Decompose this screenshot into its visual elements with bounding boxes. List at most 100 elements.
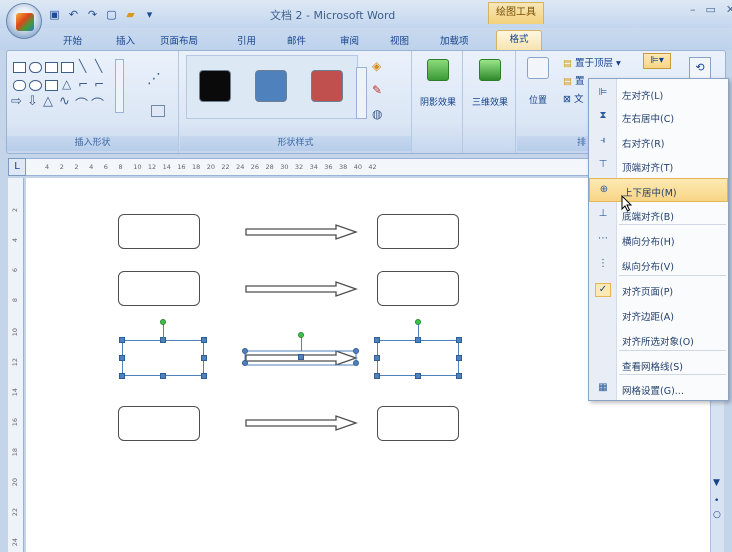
- save-icon[interactable]: ▣: [46, 6, 63, 23]
- menu-item-7[interactable]: ⋯ 横向分布(H): [589, 228, 728, 252]
- rotation-handle[interactable]: [160, 319, 166, 325]
- menu-item-1[interactable]: ⊫ 左对齐(L): [589, 82, 728, 106]
- rotation-handle[interactable]: [298, 332, 304, 338]
- tab-view[interactable]: 视图: [390, 33, 409, 47]
- square-shape-icon[interactable]: [45, 80, 58, 91]
- resize-handle[interactable]: [353, 348, 359, 354]
- elbow-shape-icon[interactable]: ⌐: [94, 77, 104, 91]
- resize-handle[interactable]: [353, 360, 359, 366]
- menu-item-3[interactable]: ⫣ 右对齐(R): [589, 130, 728, 154]
- browse-object-icon[interactable]: ○: [713, 510, 721, 520]
- menu-item-13[interactable]: ▦ 网格设置(G)...: [589, 377, 728, 401]
- resize-handle[interactable]: [201, 373, 207, 379]
- shadow-effects-button[interactable]: 阴影效果: [415, 59, 461, 108]
- resize-handle[interactable]: [119, 337, 125, 343]
- menu-item-8[interactable]: ⋮ 纵向分布(V): [589, 253, 728, 277]
- resize-handle[interactable]: [201, 337, 207, 343]
- tab-insert[interactable]: 插入: [116, 33, 135, 47]
- triangle-shape-icon[interactable]: △: [62, 77, 71, 91]
- resize-handle[interactable]: [374, 373, 380, 379]
- vertical-ruler[interactable]: 2 4 6 8 10 12 14 16 18 20 22 24: [8, 178, 24, 552]
- resize-handle[interactable]: [374, 337, 380, 343]
- resize-handle[interactable]: [119, 355, 125, 361]
- flowchart-box[interactable]: [377, 214, 459, 249]
- rotate-button[interactable]: ⟲: [689, 57, 711, 79]
- scroll-down-icon[interactable]: ▼: [713, 478, 720, 488]
- tab-addins[interactable]: 加载项: [440, 33, 469, 47]
- resize-handle[interactable]: [456, 337, 462, 343]
- resize-handle[interactable]: [374, 355, 380, 361]
- previous-page-icon[interactable]: •: [714, 496, 719, 506]
- style-swatch-black[interactable]: [199, 70, 231, 102]
- resize-handle[interactable]: [242, 360, 248, 366]
- send-to-back-button[interactable]: ▤ 置: [563, 73, 585, 87]
- edit-points-icon[interactable]: ⋰: [147, 71, 161, 87]
- arrow-shape[interactable]: [244, 415, 358, 431]
- right-arrow-shape-icon[interactable]: ⇨: [11, 94, 22, 109]
- tab-mailings[interactable]: 邮件: [287, 33, 306, 47]
- outline-color-icon[interactable]: ✎: [372, 83, 382, 97]
- flowchart-box[interactable]: [118, 406, 200, 441]
- align-dropdown-button[interactable]: ⊫▾: [643, 53, 671, 69]
- change-shape-icon[interactable]: ◍: [372, 107, 382, 121]
- open-folder-icon[interactable]: ▰: [122, 6, 139, 23]
- scribble-shape-icon[interactable]: ⌒: [91, 94, 104, 113]
- menu-item-11[interactable]: 对齐所选对象(O): [589, 328, 728, 352]
- fill-color-icon[interactable]: ◈: [372, 59, 381, 73]
- resize-handle[interactable]: [119, 373, 125, 379]
- resize-handle[interactable]: [201, 355, 207, 361]
- new-doc-icon[interactable]: ▢: [103, 6, 120, 23]
- rect-shape-icon[interactable]: [13, 80, 26, 91]
- tab-review[interactable]: 审阅: [340, 33, 359, 47]
- tab-references[interactable]: 引用: [237, 33, 256, 47]
- shape-misc-icon[interactable]: △: [43, 94, 53, 109]
- resize-handle[interactable]: [415, 373, 421, 379]
- menu-item-2[interactable]: ⧗ 左右居中(C): [589, 105, 728, 129]
- arrow-shape[interactable]: [244, 281, 358, 297]
- rotation-handle[interactable]: [415, 319, 421, 325]
- connector-shape-icon[interactable]: ⌐: [78, 77, 88, 91]
- resize-handle[interactable]: [456, 373, 462, 379]
- flowchart-box[interactable]: [377, 406, 459, 441]
- menu-item-9[interactable]: ✓ 对齐页面(P): [589, 278, 728, 302]
- oval-shape-icon[interactable]: [29, 80, 42, 91]
- shapes-gallery-scroll[interactable]: [115, 59, 124, 113]
- menu-item-10[interactable]: 对齐边距(A): [589, 303, 728, 327]
- position-button[interactable]: 位置: [521, 57, 555, 106]
- selected-box[interactable]: [122, 340, 204, 376]
- minimize-button[interactable]: –: [690, 3, 696, 16]
- redo-icon[interactable]: ↷: [84, 6, 101, 23]
- vertical-textbox-icon[interactable]: [61, 62, 74, 73]
- line-shape-icon[interactable]: ╲: [79, 59, 86, 73]
- undo-icon[interactable]: ↶: [65, 6, 82, 23]
- rounded-rect-shape-icon[interactable]: [29, 62, 42, 73]
- 3d-effects-button[interactable]: 三维效果: [466, 59, 514, 108]
- flowchart-box[interactable]: [118, 271, 200, 306]
- flowchart-box[interactable]: [118, 214, 200, 249]
- textbox-shape-icon[interactable]: [45, 62, 58, 73]
- arrow-shape[interactable]: [244, 224, 358, 240]
- resize-handle[interactable]: [160, 373, 166, 379]
- style-swatch-red[interactable]: [311, 70, 343, 102]
- resize-handle[interactable]: [298, 354, 304, 360]
- resize-handle[interactable]: [242, 348, 248, 354]
- style-gallery-scroll[interactable]: [356, 67, 367, 119]
- selected-box[interactable]: [377, 340, 459, 376]
- tab-page-layout[interactable]: 页面布局: [160, 33, 198, 47]
- customize-qat-icon[interactable]: ▾: [141, 6, 158, 23]
- textbox-draw-icon[interactable]: [151, 105, 165, 117]
- resize-handle[interactable]: [456, 355, 462, 361]
- menu-item-5[interactable]: ⊕ 上下居中(M): [589, 178, 728, 202]
- menu-item-4[interactable]: ⊤ 顶端对齐(T): [589, 154, 728, 178]
- bring-to-front-button[interactable]: ▤ 置于顶层 ▾: [563, 55, 621, 69]
- office-button[interactable]: [6, 3, 42, 39]
- arrow-line-icon[interactable]: ╲: [95, 59, 102, 73]
- style-swatch-blue[interactable]: [255, 70, 287, 102]
- tab-format[interactable]: 格式: [496, 30, 542, 50]
- close-button[interactable]: ✕: [726, 3, 732, 16]
- curve-shape-icon[interactable]: ∿: [59, 94, 70, 109]
- maximize-button[interactable]: ▭: [706, 3, 716, 16]
- text-wrapping-button[interactable]: ⊠ 文: [563, 91, 584, 105]
- tab-home[interactable]: 开始: [63, 33, 82, 47]
- flowchart-box[interactable]: [377, 271, 459, 306]
